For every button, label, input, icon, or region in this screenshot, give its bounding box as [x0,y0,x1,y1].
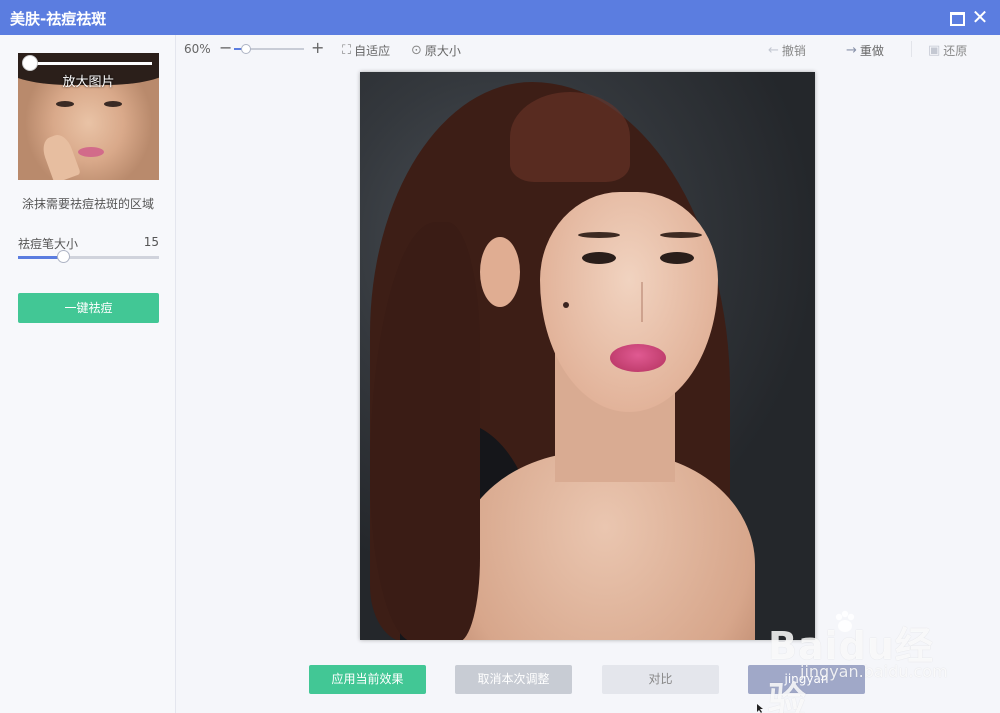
apply-button[interactable]: 应用当前效果 [309,665,426,694]
photo-eye-right [660,252,694,264]
thumbnail-lips [78,147,104,157]
fit-label: 自适应 [354,44,391,58]
redo-button[interactable]: → 重做 [846,42,884,59]
thumbnail-eye-left [56,101,74,107]
restore-label: 还原 [943,44,968,58]
restore-icon: ▣ [928,43,941,58]
compare-button[interactable]: 对比 [602,665,719,694]
photo-brow-right [660,232,702,238]
photo-ear [480,237,520,307]
redo-label: 重做 [859,44,884,58]
brush-size-slider[interactable] [18,250,159,263]
thumbnail-hand [39,131,81,180]
fit-button[interactable]: ⛶ 自适应 [342,42,390,59]
photo-hair-shine [510,92,630,182]
redo-icon: → [846,43,857,58]
original-size-label: 原大小 [424,44,461,58]
photo-brow-left [578,232,620,238]
brush-size-knob[interactable] [57,250,71,263]
toolbar-divider [911,41,912,57]
original-size-button[interactable]: ⊙ 原大小 [411,42,461,59]
cancel-button[interactable]: 取消本次调整 [455,665,572,694]
cursor-icon [757,704,763,713]
title-bar: 美肤-祛痘祛斑 ✕ [0,0,1000,35]
zoom-in-icon[interactable]: + [311,38,324,57]
toolbar: 60% − + ⛶ 自适应 ⊙ 原大小 ← 撤销 → 重做 ▣ 还原 [176,35,1000,65]
zoom-out-icon[interactable]: − [219,38,232,57]
thumbnail-zoom-slider[interactable] [24,62,152,65]
photo-lips [610,344,666,372]
sidebar: 放大图片 涂抹需要祛痘祛斑的区域 祛痘笔大小 15 一键祛痘 [0,35,176,713]
brush-size-value: 15 [143,235,159,249]
undo-button[interactable]: ← 撤销 [768,42,806,59]
zoom-knob[interactable] [240,44,251,54]
thumbnail-label: 放大图片 [62,75,115,90]
original-size-icon: ⊙ [411,43,422,58]
zoom-slider[interactable] [234,44,304,54]
window-title: 美肤-祛痘祛斑 [10,10,107,28]
edit-photo[interactable] [360,72,815,640]
photo-eye-left [582,252,616,264]
save-button[interactable]: jingyan [748,665,865,694]
close-icon[interactable]: ✕ [969,6,991,28]
maximize-icon[interactable] [945,6,967,28]
canvas-area: 应用当前效果 取消本次调整 对比 jingyan [176,65,1000,713]
restore-button[interactable]: ▣ 还原 [928,42,967,59]
photo-nose [625,282,643,322]
zoom-percent: 60% [184,42,211,56]
brush-size-label: 祛痘笔大小 [18,237,79,251]
undo-icon: ← [768,43,779,58]
one-click-acne-button[interactable]: 一键祛痘 [18,293,159,323]
thumbnail-eye-right [104,101,122,107]
thumbnail-preview[interactable]: 放大图片 [18,53,159,180]
hint-text: 涂抹需要祛痘祛斑的区域 [21,197,154,211]
thumbnail-zoom-knob[interactable] [22,55,38,71]
fit-icon: ⛶ [342,43,352,58]
photo-mole [563,302,569,308]
undo-label: 撤销 [781,44,806,58]
